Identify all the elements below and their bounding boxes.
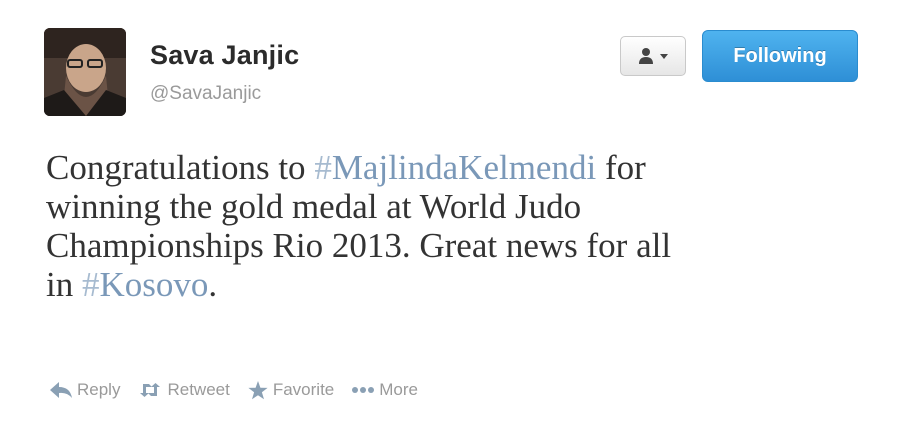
more-label: More bbox=[379, 380, 418, 399]
hashtag-link-majlindakelmendi[interactable]: #MajlindaKelmendi bbox=[314, 148, 596, 187]
tweet-actions-bar: Reply Retweet Favorite More bbox=[50, 377, 436, 403]
tweet-line-3: Championships Rio 2013. Great news for a… bbox=[46, 226, 672, 265]
user-handle[interactable]: @SavaJanjic bbox=[150, 83, 261, 105]
user-avatar[interactable] bbox=[44, 28, 126, 116]
tweet-text-segment: in bbox=[46, 265, 82, 304]
avatar-image bbox=[44, 28, 126, 116]
tweet-text-segment: . bbox=[208, 265, 218, 304]
tweet-card: Sava Janjic @SavaJanjic Following Congra… bbox=[0, 0, 900, 424]
tweet-text-segment: Congratulations to bbox=[46, 148, 315, 187]
more-dots-icon bbox=[352, 387, 375, 393]
person-icon bbox=[639, 48, 653, 64]
tweet-line-1: Congratulations to #MajlindaKelmendi for bbox=[46, 148, 866, 187]
retweet-button[interactable]: Retweet bbox=[138, 380, 230, 400]
tweet-text: Congratulations to #MajlindaKelmendi for… bbox=[46, 148, 866, 304]
hashtag-symbol: # bbox=[314, 148, 332, 187]
retweet-icon bbox=[140, 383, 161, 397]
tweet-line-2: winning the gold medal at World Judo bbox=[46, 187, 582, 226]
reply-arrow-icon bbox=[50, 382, 72, 398]
tweet-line-4: in #Kosovo. bbox=[46, 265, 866, 304]
user-display-name[interactable]: Sava Janjic bbox=[150, 40, 299, 71]
hashtag-text: Kosovo bbox=[99, 265, 209, 304]
favorite-button[interactable]: Favorite bbox=[248, 380, 334, 400]
reply-label: Reply bbox=[77, 380, 121, 399]
hashtag-link-kosovo[interactable]: #Kosovo bbox=[82, 265, 208, 304]
hashtag-symbol: # bbox=[81, 265, 100, 304]
reply-button[interactable]: Reply bbox=[50, 380, 120, 400]
chevron-down-icon bbox=[660, 53, 668, 59]
tweet-text-segment: for bbox=[596, 148, 646, 187]
favorite-label: Favorite bbox=[272, 380, 335, 399]
hashtag-text: MajlindaKelmendi bbox=[331, 148, 597, 187]
retweet-label: Retweet bbox=[167, 380, 230, 399]
more-button[interactable]: More bbox=[352, 380, 418, 400]
following-button[interactable]: Following bbox=[702, 30, 858, 82]
star-icon bbox=[248, 380, 268, 399]
user-actions-dropdown-button[interactable] bbox=[620, 36, 686, 76]
